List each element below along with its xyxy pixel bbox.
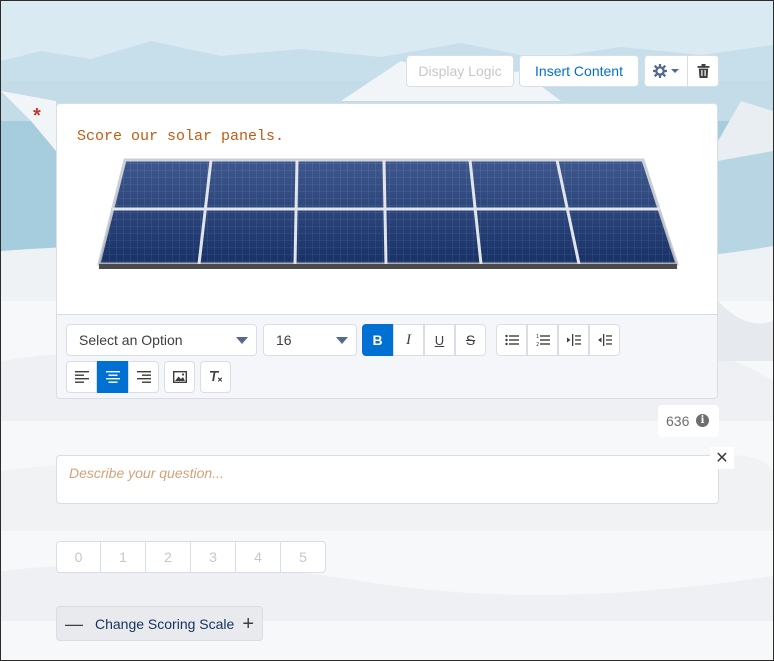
numbered-list-icon: 12	[536, 334, 550, 347]
caret-down-icon	[671, 69, 679, 73]
align-left-icon	[74, 371, 89, 383]
image-icon	[172, 371, 187, 384]
svg-text:1: 1	[536, 334, 539, 340]
close-icon: ✕	[715, 450, 729, 467]
delete-question-button[interactable]	[687, 55, 719, 87]
strikethrough-icon: S	[465, 332, 476, 348]
insert-content-button[interactable]: Insert Content	[519, 55, 639, 87]
font-size-select-value: 16	[276, 332, 292, 348]
insert-image-button[interactable]	[164, 361, 195, 393]
scale-option-3[interactable]: 3	[191, 541, 236, 573]
align-right-icon	[136, 371, 151, 383]
decrease-scale-button[interactable]: —	[65, 614, 83, 635]
change-scoring-scale-control: — Change Scoring Scale +	[56, 606, 263, 641]
question-text-area[interactable]: Score our solar panels.	[57, 104, 717, 314]
change-scoring-scale-label: Change Scoring Scale	[95, 616, 235, 632]
underline-button[interactable]: U	[424, 324, 455, 356]
clear-formatting-icon	[209, 371, 222, 382]
font-size-select[interactable]: 16	[263, 324, 357, 356]
question-text: Score our solar panels.	[77, 128, 285, 145]
question-rich-text-editor: Score our solar panels. Select an Option…	[56, 103, 718, 399]
align-left-button[interactable]	[66, 361, 97, 393]
italic-icon: I	[406, 331, 411, 348]
survey-question-editor: Display Logic Insert Content * Score our…	[0, 0, 774, 661]
solar-panel-image	[97, 158, 680, 269]
scale-option-4[interactable]: 4	[236, 541, 281, 573]
character-count: 636 i	[658, 405, 719, 437]
gear-icon	[653, 64, 667, 78]
required-indicator: *	[33, 105, 41, 127]
align-center-icon	[105, 371, 120, 383]
svg-text:2: 2	[536, 342, 539, 347]
underline-icon: U	[434, 332, 445, 348]
trash-icon	[697, 64, 709, 78]
outdent-button[interactable]	[589, 324, 620, 356]
align-right-button[interactable]	[128, 361, 159, 393]
align-center-button[interactable]	[97, 361, 128, 393]
bulleted-list-button[interactable]	[496, 324, 527, 356]
rating-scale: 0 1 2 3 4 5	[56, 541, 326, 573]
scale-option-2[interactable]: 2	[146, 541, 191, 573]
question-description-placeholder: Describe your question...	[69, 465, 224, 481]
character-count-value: 636	[666, 413, 690, 429]
bold-icon: B	[372, 332, 383, 348]
indent-icon	[566, 334, 581, 346]
rich-text-toolbar: Select an Option 16 B I U S 1 2	[57, 314, 717, 398]
clear-formatting-button[interactable]	[200, 361, 231, 393]
outdent-icon	[597, 334, 612, 346]
question-description-input[interactable]: Describe your question...	[56, 455, 719, 504]
increase-scale-button[interactable]: +	[242, 613, 254, 636]
numbered-list-button[interactable]: 12	[527, 324, 558, 356]
scale-option-1[interactable]: 1	[101, 541, 146, 573]
bold-button[interactable]: B	[362, 324, 393, 356]
italic-button[interactable]: I	[393, 324, 424, 356]
scale-option-0[interactable]: 0	[56, 541, 101, 573]
strikethrough-button[interactable]: S	[455, 324, 486, 356]
caret-down-icon	[236, 337, 248, 344]
bulleted-list-icon	[504, 334, 519, 346]
text-style-select-value: Select an Option	[79, 332, 183, 348]
caret-down-icon	[336, 337, 348, 344]
indent-button[interactable]	[558, 324, 589, 356]
text-style-select[interactable]: Select an Option	[66, 324, 257, 356]
remove-description-button[interactable]: ✕	[710, 447, 734, 469]
scale-option-5[interactable]: 5	[281, 541, 326, 573]
settings-menu-button[interactable]	[644, 55, 688, 87]
display-logic-button[interactable]: Display Logic	[406, 55, 514, 87]
info-icon[interactable]: i	[696, 414, 709, 427]
